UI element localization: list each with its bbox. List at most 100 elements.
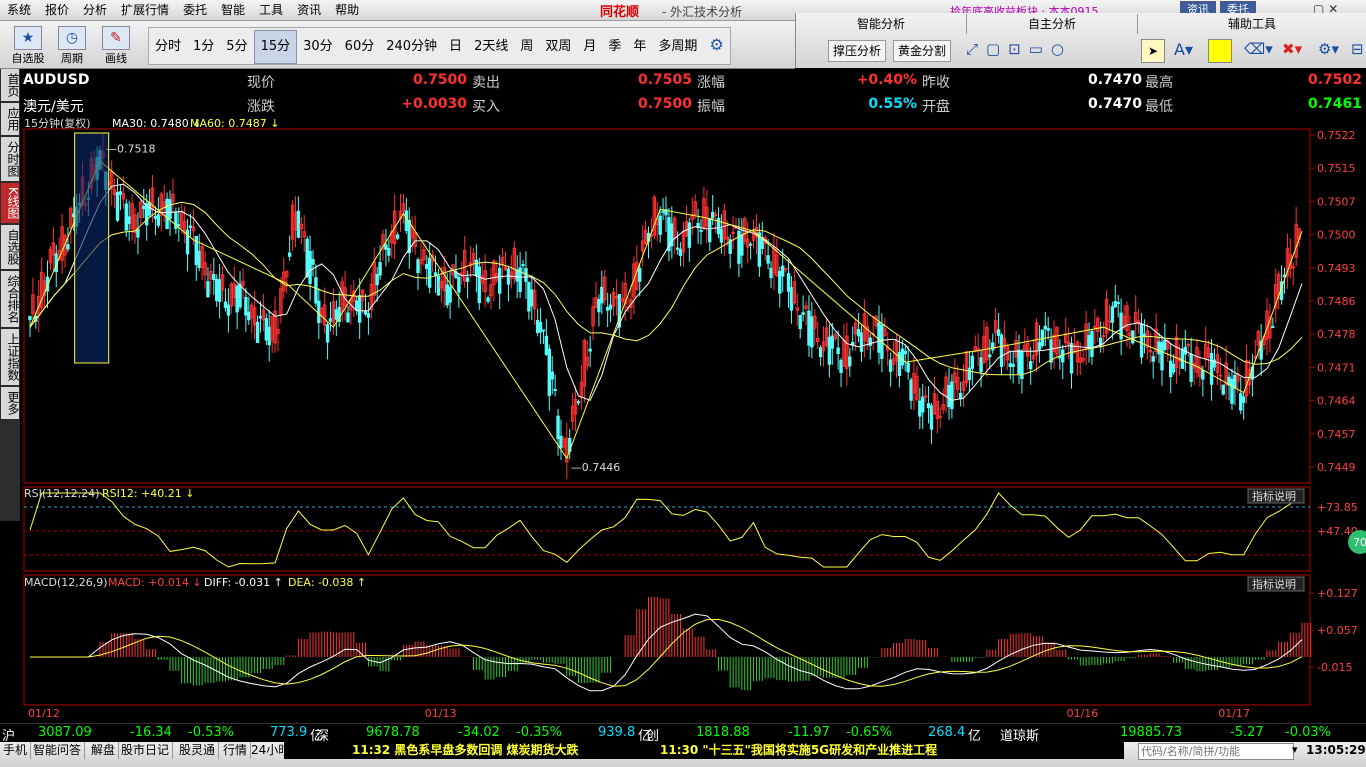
candle-body bbox=[1209, 352, 1214, 385]
sidebar-tab-2[interactable]: 分时图 bbox=[1, 137, 20, 181]
menu-item-3[interactable]: 扩展行情 bbox=[114, 0, 176, 20]
candle-body bbox=[921, 396, 925, 413]
tab-period-1[interactable]: 1分 bbox=[187, 30, 220, 64]
status-tab-4[interactable]: 股灵通 bbox=[176, 742, 220, 759]
status-tab-5[interactable]: 行情 bbox=[220, 742, 252, 759]
settings-icon[interactable]: ⚙▾ bbox=[1318, 40, 1339, 58]
candle-body bbox=[848, 356, 852, 367]
sidebar-tab-3[interactable]: K线图 bbox=[1, 183, 20, 223]
tab-period-3[interactable]: 15分 bbox=[253, 30, 298, 64]
candle-body bbox=[1116, 301, 1120, 304]
candle-body bbox=[888, 359, 893, 372]
period-tool[interactable]: ◷ 周期 bbox=[52, 24, 92, 66]
index-price: 1818.88 bbox=[696, 725, 750, 740]
price-axis-label: 0.7500 bbox=[1317, 229, 1356, 242]
candle-body bbox=[1093, 325, 1097, 328]
quote-value: +0.0030 bbox=[401, 96, 467, 112]
menu-item-2[interactable]: 分析 bbox=[76, 0, 114, 20]
candle-body bbox=[436, 275, 441, 296]
candle-body bbox=[1017, 349, 1021, 374]
candle-body bbox=[416, 259, 420, 274]
status-tab-0[interactable]: 手机 bbox=[0, 742, 32, 759]
support-resistance-button[interactable]: 撑压分析 bbox=[828, 40, 887, 62]
sidebar-tab-6[interactable]: 上证指数 bbox=[1, 328, 20, 385]
menu-item-8[interactable]: 帮助 bbox=[328, 0, 366, 20]
tab-period-11[interactable]: 月 bbox=[577, 30, 602, 64]
price-axis-label: 0.7478 bbox=[1317, 328, 1356, 341]
low-label: —0.7446 bbox=[571, 461, 621, 474]
draw-tool[interactable]: ✎ 画线 bbox=[96, 24, 136, 66]
tab-period-6[interactable]: 240分钟 bbox=[380, 30, 443, 64]
menu-item-4[interactable]: 委托 bbox=[176, 0, 214, 20]
candle-body bbox=[1221, 384, 1225, 395]
tab-period-5[interactable]: 60分 bbox=[339, 30, 381, 64]
sidebar-tab-5[interactable]: 综合排名 bbox=[1, 270, 20, 327]
tab-period-10[interactable]: 双周 bbox=[539, 30, 577, 64]
menu-item-0[interactable]: 系统 bbox=[0, 0, 38, 20]
smart-analysis-title[interactable]: 智能分析 bbox=[796, 14, 967, 34]
text-icon[interactable]: A▾ bbox=[1174, 40, 1193, 59]
sidebar-tab-1[interactable]: 应用 bbox=[1, 103, 20, 135]
aux-tools-title[interactable]: 辅助工具 bbox=[1138, 14, 1366, 34]
price-axis-label: 0.7471 bbox=[1317, 361, 1356, 374]
tab-period-9[interactable]: 周 bbox=[514, 30, 539, 64]
candle-body bbox=[1241, 396, 1246, 403]
lock-icon[interactable]: ⊟ bbox=[1351, 40, 1364, 58]
search-input[interactable] bbox=[1138, 743, 1294, 760]
candle-body bbox=[789, 287, 794, 311]
watchlist-tool[interactable]: ★ 自选股 bbox=[8, 24, 48, 66]
sidebar-tab-7[interactable]: 更多 bbox=[1, 386, 20, 419]
tab-period-14[interactable]: 多周期 bbox=[652, 30, 703, 64]
indicator-help-button[interactable]: 指标说明 bbox=[1252, 489, 1296, 503]
tab-period-8[interactable]: 2天线 bbox=[468, 30, 514, 64]
candle-body bbox=[766, 255, 770, 264]
news-item-2[interactable]: 11:30 "十三五"我国将实施5G研发和产业推进工程 bbox=[660, 742, 937, 759]
news-ticker[interactable]: 11:32 黑色系早盘多数回调 煤炭期货大跌 11:30 "十三五"我国将实施5… bbox=[284, 742, 1124, 759]
candle-body bbox=[127, 216, 131, 225]
draw-shapes-toolbar[interactable]: ⤢▢⊡▭○ bbox=[966, 40, 1072, 58]
cursor-icon[interactable]: ➤ bbox=[1141, 39, 1165, 63]
eraser-icon[interactable]: ⌫▾ bbox=[1244, 40, 1273, 58]
menu-item-6[interactable]: 工具 bbox=[252, 0, 290, 20]
candle-body bbox=[836, 347, 840, 354]
golden-section-button[interactable]: 黄金分割 bbox=[893, 40, 952, 62]
index-price: 3087.09 bbox=[38, 725, 92, 740]
color-swatch[interactable] bbox=[1208, 39, 1232, 63]
menu-item-7[interactable]: 资讯 bbox=[290, 0, 328, 20]
clock: 13:05:29 bbox=[1306, 743, 1366, 757]
candle-body bbox=[124, 203, 128, 231]
own-analysis-title[interactable]: 自主分析 bbox=[967, 14, 1138, 34]
tab-period-13[interactable]: 年 bbox=[627, 30, 652, 64]
candle-body bbox=[778, 270, 782, 294]
tab-period-12[interactable]: 季 bbox=[602, 30, 627, 64]
indicator-help-button[interactable]: 指标说明 bbox=[1252, 577, 1296, 591]
candle-body bbox=[264, 318, 269, 341]
quote-label: 昨收 bbox=[922, 75, 950, 91]
news-item-1[interactable]: 11:32 黑色系早盘多数回调 煤炭期货大跌 bbox=[352, 742, 579, 759]
status-tab-3[interactable]: 股市日记 bbox=[118, 742, 174, 759]
delete-icon[interactable]: ✖▾ bbox=[1282, 40, 1302, 58]
tab-period-2[interactable]: 5分 bbox=[220, 30, 253, 64]
candle-body bbox=[28, 315, 32, 321]
candle-body bbox=[317, 300, 321, 324]
candle-body bbox=[748, 243, 753, 246]
tab-period-0[interactable]: 分时 bbox=[149, 30, 187, 64]
tab-period-7[interactable]: 日 bbox=[443, 30, 468, 64]
kline-chart[interactable]: —0.7518 —0.7446 0.7522 0.7515 0.7507 0.7500 0… bbox=[20, 113, 1366, 723]
candle-body bbox=[66, 244, 70, 250]
dropdown-icon[interactable]: ▾ bbox=[1292, 743, 1298, 756]
candle-body bbox=[859, 332, 864, 352]
menu-item-5[interactable]: 智能 bbox=[214, 0, 252, 20]
sidebar-tab-4[interactable]: 自选股 bbox=[1, 224, 20, 269]
candle-body bbox=[1160, 341, 1164, 371]
status-tab-2[interactable]: 解盘 bbox=[88, 742, 120, 759]
ma60-legend: MA60: 0.7487 ↓ bbox=[190, 117, 279, 130]
tab-period-4[interactable]: 30分 bbox=[297, 30, 339, 64]
sidebar-tab-0[interactable]: 首页 bbox=[1, 69, 20, 101]
high-label: —0.7518 bbox=[106, 142, 155, 155]
menu-item-1[interactable]: 报价 bbox=[38, 0, 76, 20]
candle-body bbox=[296, 210, 301, 238]
date-label: 01/17 bbox=[1218, 707, 1250, 720]
status-tab-1[interactable]: 智能问答 bbox=[30, 742, 86, 759]
gear-icon[interactable]: ⚙ bbox=[703, 28, 729, 62]
